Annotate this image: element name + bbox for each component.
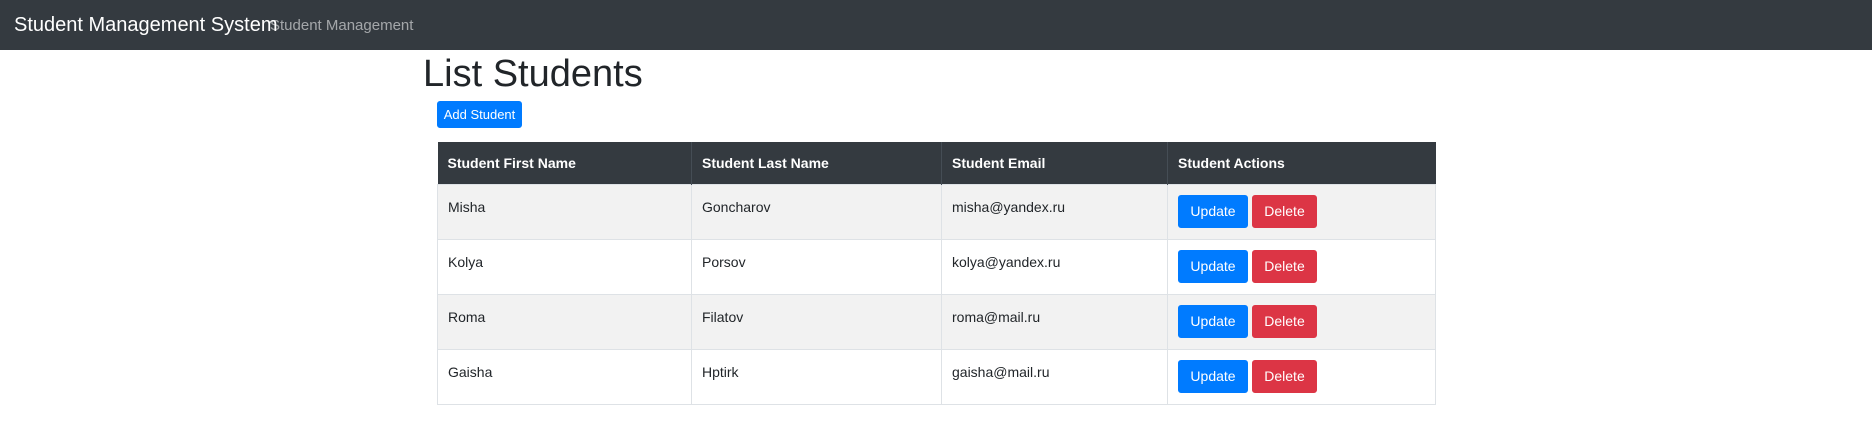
update-button[interactable]: Update (1178, 194, 1248, 228)
email-text: misha@yandex.ru (952, 198, 1066, 215)
cell-last-name: Goncharov (691, 183, 942, 240)
first-name-text: Gaisha (448, 363, 493, 380)
row-actions: Update Delete (1178, 295, 1425, 338)
row-actions: Update Delete (1178, 185, 1425, 228)
cell-actions: Update Delete (1167, 348, 1436, 405)
last-name-text: Goncharov (702, 198, 771, 215)
table-row: Kolya Porsov kolya@yandex.ru Update Dele… (437, 238, 1436, 295)
cell-email: roma@mail.ru (941, 293, 1168, 350)
cell-actions: Update Delete (1167, 238, 1436, 295)
page-title: List Students (423, 53, 643, 95)
update-button[interactable]: Update (1178, 304, 1248, 338)
last-name-text: Filatov (702, 308, 744, 325)
row-actions: Update Delete (1178, 240, 1425, 283)
table-header-row: Student First Name Student Last Name Stu… (437, 142, 1436, 184)
cell-actions: Update Delete (1167, 183, 1436, 240)
first-name-text: Roma (448, 308, 486, 325)
cell-actions: Update Delete (1167, 293, 1436, 350)
row-actions: Update Delete (1178, 350, 1425, 393)
delete-button[interactable]: Delete (1252, 194, 1317, 228)
last-name-text: Hptirk (702, 363, 739, 380)
cell-last-name: Filatov (691, 293, 942, 350)
cell-last-name: Hptirk (691, 348, 942, 405)
column-header-email: Student Email (941, 142, 1168, 184)
email-text: kolya@yandex.ru (952, 253, 1061, 270)
update-button[interactable]: Update (1178, 359, 1248, 393)
update-button[interactable]: Update (1178, 249, 1248, 283)
table-row: Misha Goncharov misha@yandex.ru Update D… (437, 183, 1436, 240)
cell-email: kolya@yandex.ru (941, 238, 1168, 295)
last-name-text: Porsov (702, 253, 746, 270)
table-header: Student First Name Student Last Name Stu… (437, 142, 1436, 184)
table-row: Roma Filatov roma@mail.ru Update Delete (437, 293, 1436, 350)
students-table: Student First Name Student Last Name Stu… (437, 142, 1436, 405)
column-header-last-name: Student Last Name (691, 142, 942, 184)
column-header-first-name: Student First Name (437, 142, 692, 184)
email-text: roma@mail.ru (952, 308, 1041, 325)
table-row: Gaisha Hptirk gaisha@mail.ru Update Dele… (437, 348, 1436, 405)
nav-link-student-management[interactable]: Student Management (270, 17, 413, 35)
navbar-brand[interactable]: Student Management System (14, 13, 277, 37)
cell-email: misha@yandex.ru (941, 183, 1168, 240)
delete-button[interactable]: Delete (1252, 249, 1317, 283)
delete-button[interactable]: Delete (1252, 359, 1317, 393)
add-student-button[interactable]: Add Student (437, 101, 522, 128)
column-header-actions: Student Actions (1167, 142, 1436, 184)
first-name-text: Misha (448, 198, 486, 215)
cell-first-name: Misha (437, 183, 692, 240)
students-table-container: Student First Name Student Last Name Stu… (437, 142, 1436, 405)
cell-first-name: Kolya (437, 238, 692, 295)
table-body: Misha Goncharov misha@yandex.ru Update D… (437, 183, 1436, 405)
top-navbar: Student Management System Student Manage… (0, 0, 1872, 50)
cell-first-name: Roma (437, 293, 692, 350)
cell-first-name: Gaisha (437, 348, 692, 405)
first-name-text: Kolya (448, 253, 484, 270)
cell-last-name: Porsov (691, 238, 942, 295)
cell-email: gaisha@mail.ru (941, 348, 1168, 405)
delete-button[interactable]: Delete (1252, 304, 1317, 338)
email-text: gaisha@mail.ru (952, 363, 1050, 380)
